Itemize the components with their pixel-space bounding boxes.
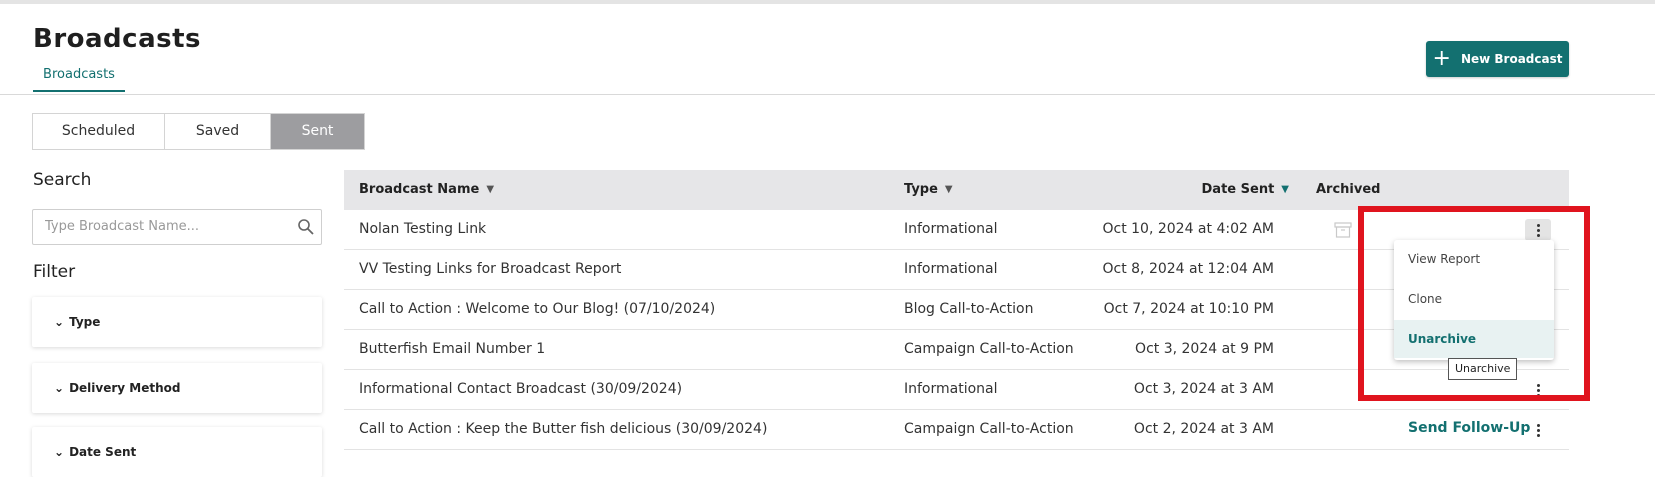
table-row[interactable]: Butterfish Email Number 1 Campaign Call-… [344,330,1569,370]
unarchive-tooltip: Unarchive [1448,358,1518,380]
menu-item-view-report[interactable]: View Report [1394,240,1554,278]
column-header-type-label: Type [904,182,938,197]
broadcast-type: Campaign Call-to-Action [904,341,1074,357]
chevron-down-icon: ⌄ [54,445,65,459]
column-header-date-label: Date Sent [1201,182,1275,197]
search-heading: Search [33,170,92,190]
filter-date-label: Date Sent [69,445,137,459]
broadcast-name[interactable]: Butterfish Email Number 1 [359,341,545,357]
segment-sent[interactable]: Sent [271,114,364,149]
broadcast-name[interactable]: Informational Contact Broadcast (30/09/2… [359,381,682,397]
top-border [0,0,1655,4]
column-header-name[interactable]: Broadcast Name ▼ [359,182,494,197]
tab-broadcasts[interactable]: Broadcasts [33,66,125,92]
new-broadcast-label: New Broadcast [1460,52,1563,66]
table-header: Broadcast Name ▼ Type ▼ Date Sent ▼ Archive… [344,170,1569,210]
filter-delivery-method[interactable]: ⌄ Delivery Method [32,363,322,413]
column-header-archived-label: Archived [1316,182,1381,197]
chevron-down-icon: ⌄ [54,315,65,329]
filter-delivery-label: Delivery Method [69,381,181,395]
more-options-icon[interactable] [1525,379,1551,401]
column-header-type[interactable]: Type ▼ [904,182,953,197]
table-row[interactable]: VV Testing Links for Broadcast Report In… [344,250,1569,290]
sort-arrow-icon: ▼ [944,184,953,195]
menu-item-clone[interactable]: Clone [1394,280,1554,318]
broadcast-type: Campaign Call-to-Action [904,421,1074,437]
row-actions-menu: View Report Clone Unarchive [1394,240,1554,360]
table-row[interactable]: Call to Action : Keep the Butter fish de… [344,410,1569,450]
search-input[interactable] [43,218,287,235]
segment-saved[interactable]: Saved [165,114,271,149]
broadcast-date: Oct 2, 2024 at 3 AM [1133,421,1274,437]
filter-date-sent[interactable]: ⌄ Date Sent [32,427,322,477]
header-divider [0,94,1655,95]
broadcast-date: Oct 8, 2024 at 12:04 AM [1102,261,1274,277]
column-header-date[interactable]: Date Sent ▼ [1202,182,1289,197]
new-broadcast-button[interactable]: + New Broadcast [1426,41,1569,77]
broadcast-name[interactable]: Call to Action : Welcome to Our Blog! (0… [359,301,715,317]
broadcast-date: Oct 3, 2024 at 9 PM [1135,341,1274,357]
column-header-archived: Archived [1316,182,1381,197]
plus-icon: + [1432,46,1451,71]
broadcast-date: Oct 7, 2024 at 10:10 PM [1103,301,1274,317]
broadcast-date: Oct 10, 2024 at 4:02 AM [1102,221,1274,237]
status-segmented-control: Scheduled Saved Sent [32,113,365,150]
filter-heading: Filter [33,262,76,282]
send-follow-up-link[interactable]: Send Follow-Up [1408,420,1530,436]
broadcast-date: Oct 3, 2024 at 3 AM [1133,381,1274,397]
segment-scheduled[interactable]: Scheduled [33,114,165,149]
broadcast-name[interactable]: Nolan Testing Link [359,221,486,237]
page-title: Broadcasts [33,24,201,54]
table-row[interactable]: Nolan Testing Link Informational Oct 10,… [344,210,1569,250]
broadcast-name[interactable]: VV Testing Links for Broadcast Report [359,261,621,277]
search-icon[interactable] [297,218,315,236]
broadcast-type: Informational [904,381,998,397]
sort-arrow-icon: ▼ [486,184,495,195]
menu-item-unarchive[interactable]: Unarchive [1394,320,1554,358]
search-field [32,209,322,245]
filter-type[interactable]: ⌄ Type [32,297,322,347]
filter-type-label: Type [69,315,101,329]
broadcast-name[interactable]: Call to Action : Keep the Butter fish de… [359,421,767,437]
more-options-icon[interactable] [1525,219,1551,241]
sort-arrow-active-icon: ▼ [1281,184,1289,195]
broadcast-type: Informational [904,261,998,277]
broadcast-type: Blog Call-to-Action [904,301,1034,317]
broadcast-type: Informational [904,221,998,237]
column-header-name-label: Broadcast Name [359,182,480,197]
more-options-icon[interactable] [1525,419,1551,441]
table-row[interactable]: Informational Contact Broadcast (30/09/2… [344,370,1569,410]
table-row[interactable]: Call to Action : Welcome to Our Blog! (0… [344,290,1569,330]
archive-icon [1334,222,1352,238]
chevron-down-icon: ⌄ [54,381,65,395]
